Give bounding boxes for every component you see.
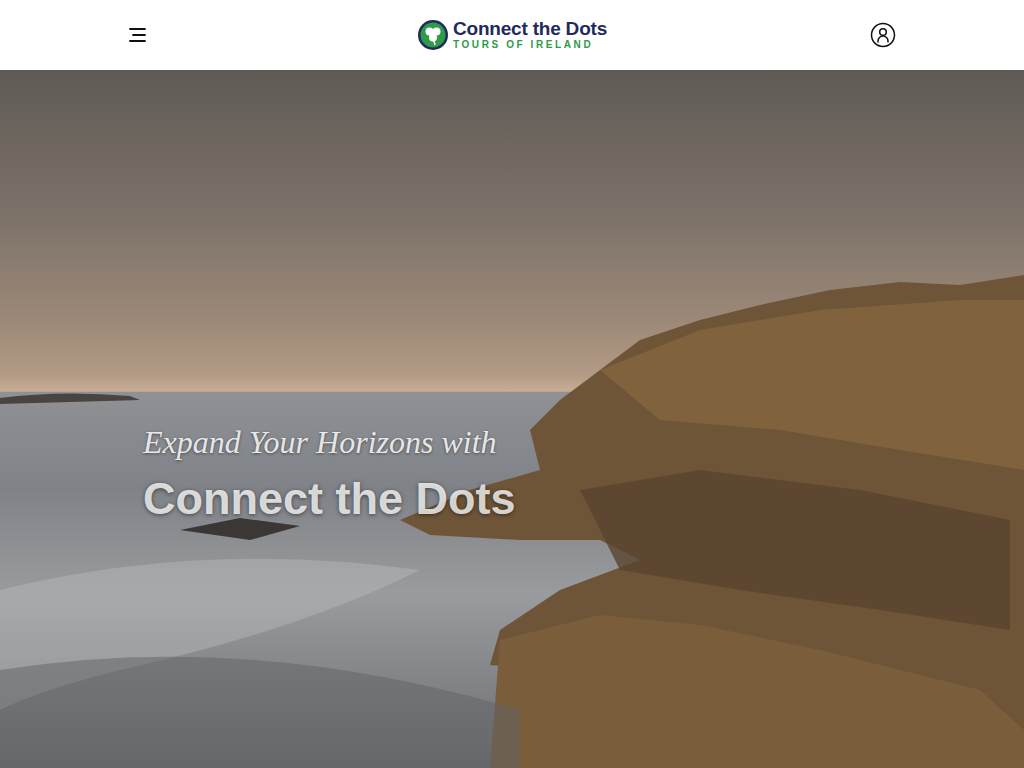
shamrock-icon [417,19,449,51]
logo-subtitle: TOURS OF IRELAND [453,39,607,51]
hero-banner: Expand Your Horizons with Connect the Dot… [0,70,1024,768]
hero-heading: Connect the Dots [143,470,1024,529]
menu-button[interactable] [128,15,168,55]
logo-text: Connect the DotsTOURS OF IRELAND [453,19,607,52]
user-icon [870,22,896,48]
hero-photo [0,70,1024,768]
site-header: Connect the DotsTOURS OF IRELAND [0,0,1024,70]
menu-icon [128,25,148,45]
account-button[interactable] [856,15,896,55]
hero-text: Expand Your Horizons with Connect the Dot… [0,70,1024,529]
logo-title: Connect the Dots [453,19,607,40]
hero-tagline: Expand Your Horizons with [143,422,1024,462]
site-logo[interactable]: Connect the DotsTOURS OF IRELAND [417,19,607,52]
